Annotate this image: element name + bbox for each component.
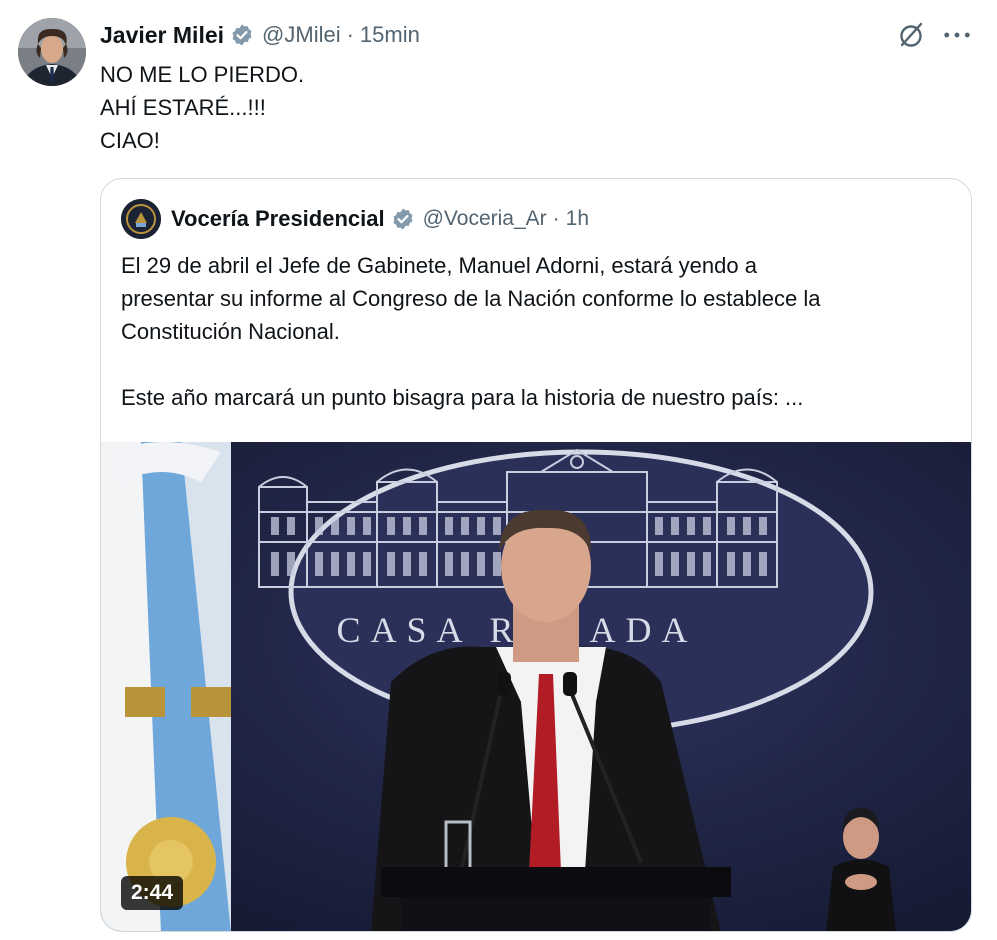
video-duration-badge: 2:44 [121,876,184,910]
author-handle[interactable]: @JMilei [262,22,341,48]
author-name[interactable]: Javier Milei [100,22,224,49]
tweet[interactable]: Javier Milei @JMilei · 15min NO ME LO PI… [0,0,997,940]
quoted-author-name[interactable]: Vocería Presidencial [171,206,385,232]
quoted-text-line: El 29 de abril el Jefe de Gabinete, Manu… [121,253,757,278]
quoted-author-avatar [121,199,161,239]
tweet-timestamp[interactable]: 15min [360,22,420,48]
grok-slash-circle-icon[interactable] [894,18,928,52]
verified-badge-icon [391,207,415,231]
quoted-tweet-header: Vocería Presidencial @Voceria_Ar · 1h [121,199,589,239]
more-dots-icon[interactable] [938,20,976,50]
quoted-text-line: presentar su informe al Congreso de la N… [121,286,821,311]
separator-dot: · [346,22,354,47]
tweet-text-line: AHÍ ESTARÉ...!!! [100,95,266,120]
quoted-text-line: Constitución Nacional. [121,319,340,344]
video-player[interactable]: CASA ROSADA 2:44 [101,442,971,931]
verified-badge-icon [230,23,254,47]
quoted-tweet-card[interactable]: Vocería Presidencial @Voceria_Ar · 1h El… [100,178,972,932]
quoted-tweet-text: El 29 de abril el Jefe de Gabinete, Manu… [121,249,961,414]
quoted-tweet-timestamp[interactable]: 1h [566,207,589,231]
quoted-text-paragraph: Este año marcará un punto bisagra para l… [121,385,804,410]
quoted-author-handle[interactable]: @Voceria_Ar [423,207,547,231]
tweet-text: NO ME LO PIERDO. AHÍ ESTARÉ...!!! CIAO! [100,58,304,157]
separator-dot: · [552,207,560,230]
tweet-header: Javier Milei @JMilei · 15min [100,18,420,52]
tweet-text-line: NO ME LO PIERDO. [100,62,305,87]
tweet-text-line: CIAO! [100,128,160,153]
author-avatar[interactable] [18,18,86,86]
